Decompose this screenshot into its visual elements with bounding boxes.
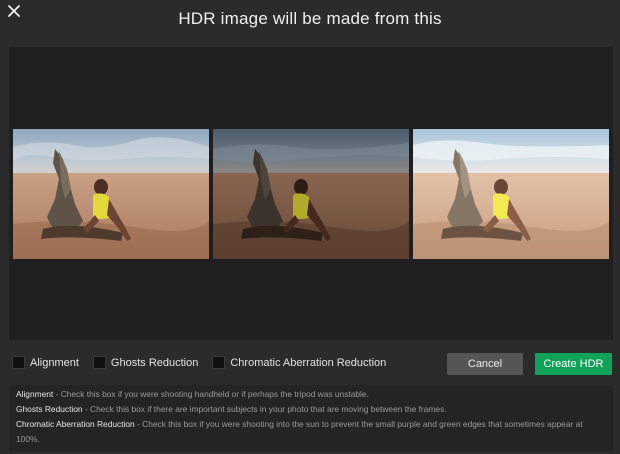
chromatic-aberration-label: Chromatic Aberration Reduction bbox=[230, 356, 387, 369]
bracket-frame-normal bbox=[13, 129, 209, 259]
preview-area bbox=[9, 47, 613, 340]
help-alignment: Alignment - Check this box if you were s… bbox=[16, 387, 606, 402]
help-text: - Check this box if you were shooting ha… bbox=[53, 389, 369, 399]
alignment-checkbox[interactable] bbox=[12, 356, 25, 369]
help-panel: Alignment - Check this box if you were s… bbox=[9, 385, 613, 451]
cancel-button[interactable]: Cancel bbox=[447, 353, 523, 375]
ghosts-reduction-option[interactable]: Ghosts Reduction bbox=[92, 356, 199, 369]
create-hdr-button[interactable]: Create HDR bbox=[535, 353, 612, 375]
help-term: Ghosts Reduction bbox=[16, 404, 83, 414]
options-row: Alignment Ghosts Reduction Chromatic Abe… bbox=[12, 356, 400, 369]
alignment-label: Alignment bbox=[30, 356, 79, 369]
bracket-frame-over bbox=[413, 129, 609, 259]
help-term: Chromatic Aberration Reduction bbox=[16, 419, 135, 429]
help-chromatic-aberration: Chromatic Aberration Reduction - Check t… bbox=[16, 417, 606, 447]
help-text: - Check this box if there are important … bbox=[82, 404, 447, 414]
hdr-dialog: HDR image will be made from this Alignme… bbox=[0, 0, 620, 454]
dialog-title: HDR image will be made from this bbox=[178, 9, 442, 28]
ghosts-reduction-checkbox[interactable] bbox=[92, 356, 106, 369]
alignment-option[interactable]: Alignment bbox=[12, 356, 79, 369]
chromatic-aberration-option[interactable]: Chromatic Aberration Reduction bbox=[212, 356, 386, 369]
help-term: Alignment bbox=[16, 389, 54, 399]
ghosts-reduction-label: Ghosts Reduction bbox=[110, 356, 199, 369]
help-ghosts-reduction: Ghosts Reduction - Check this box if the… bbox=[16, 402, 606, 417]
bracket-frame-under bbox=[213, 129, 409, 259]
chromatic-aberration-checkbox[interactable] bbox=[212, 356, 226, 369]
